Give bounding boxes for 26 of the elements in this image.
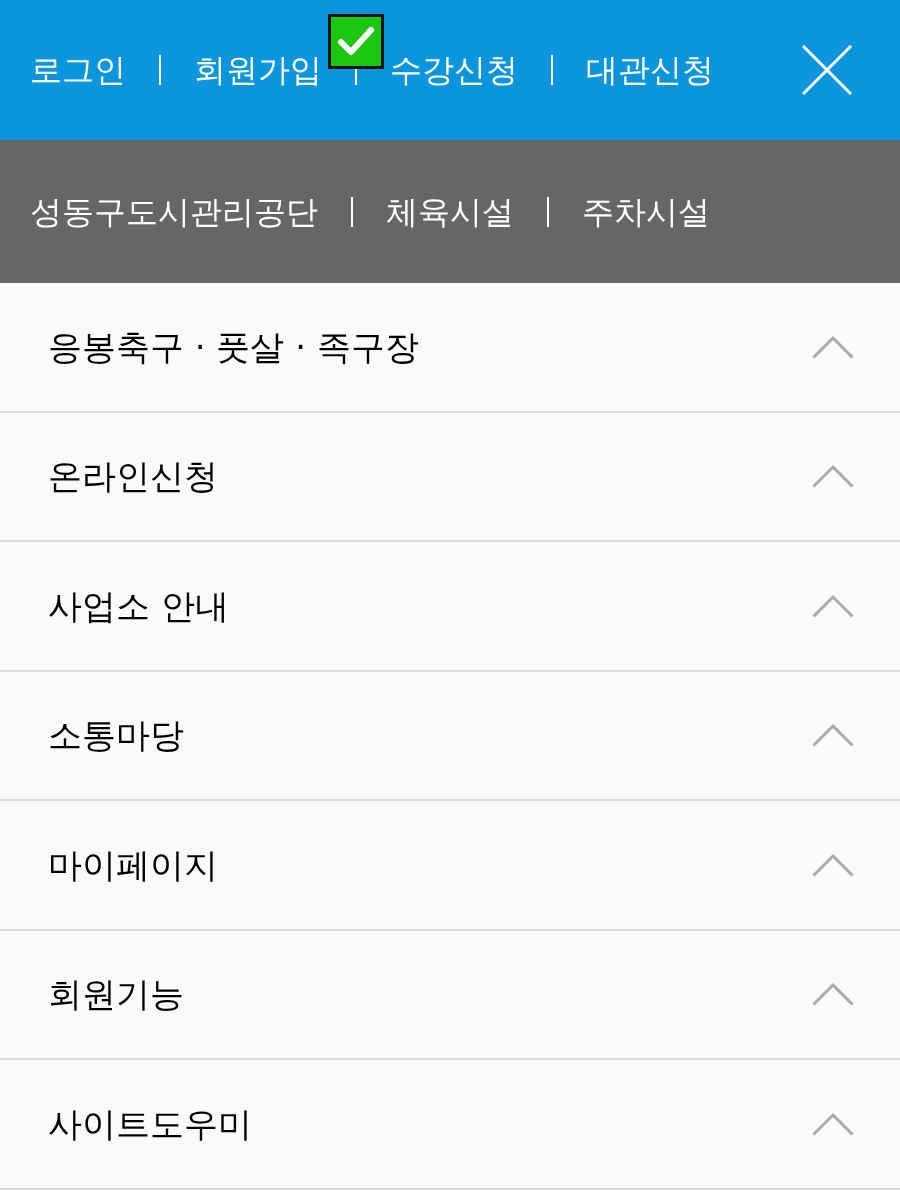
menu-label: 사업소 안내 bbox=[48, 588, 229, 623]
menu-item[interactable]: 회원기능 bbox=[0, 930, 900, 1060]
menu-item[interactable]: 사이트도우미 bbox=[0, 1060, 900, 1190]
chevron-up-icon bbox=[812, 1111, 854, 1136]
menu-label: 소통마당 bbox=[48, 718, 184, 753]
chevron-up-icon bbox=[812, 723, 854, 748]
site-link[interactable]: 체육시설 bbox=[386, 195, 514, 228]
chevron-up-icon bbox=[812, 334, 854, 359]
chevron-up-icon bbox=[812, 593, 854, 618]
chevron-up-icon bbox=[812, 464, 854, 489]
menu-item[interactable]: 사업소 안내 bbox=[0, 542, 900, 672]
chevron-up-icon bbox=[812, 982, 854, 1007]
menu-item[interactable]: 마이페이지 bbox=[0, 801, 900, 931]
menu-label: 회원기능 bbox=[48, 977, 184, 1012]
menu-label: 마이페이지 bbox=[48, 847, 218, 882]
menu-label: 응봉축구 · 풋살 · 족구장 bbox=[48, 329, 419, 364]
site-link[interactable]: 주차시설 bbox=[582, 195, 710, 228]
menu-label: 사이트도우미 bbox=[48, 1106, 252, 1141]
close-icon bbox=[802, 45, 852, 95]
menu-item[interactable]: 응봉축구 · 풋살 · 족구장 bbox=[0, 283, 900, 413]
site-link[interactable]: 성동구도시관리공단 bbox=[30, 195, 318, 228]
close-button[interactable] bbox=[802, 45, 852, 95]
menu-item[interactable]: 온라인신청 bbox=[0, 412, 900, 542]
chevron-up-icon bbox=[812, 852, 854, 877]
menu-item[interactable]: 소통마당 bbox=[0, 671, 900, 801]
menu-label: 온라인신청 bbox=[48, 459, 218, 494]
